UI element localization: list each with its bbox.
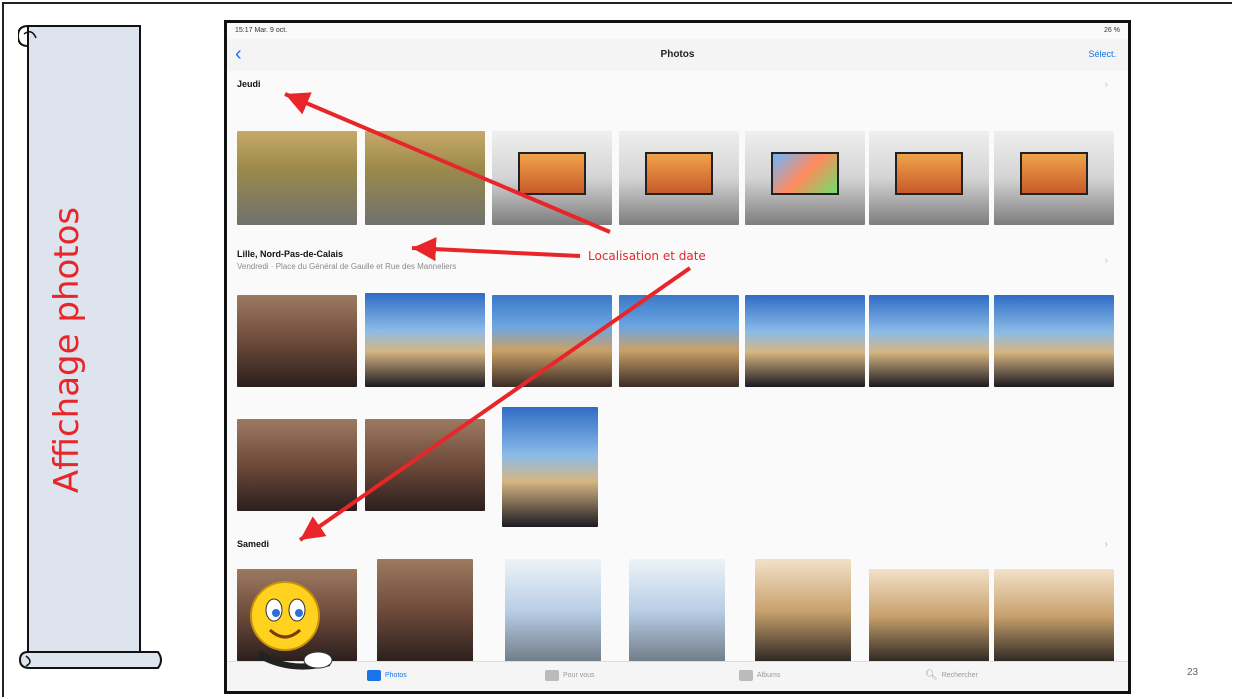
- smiley-mascot-icon: [250, 581, 333, 670]
- annotation-label: Localisation et date: [588, 249, 706, 263]
- arrow-to-location: [411, 237, 581, 262]
- arrow-to-samedi: [298, 266, 692, 542]
- arrow-to-jeudi: [284, 92, 611, 234]
- annotation-arrows: [284, 92, 692, 542]
- page-number: 23: [1187, 667, 1199, 678]
